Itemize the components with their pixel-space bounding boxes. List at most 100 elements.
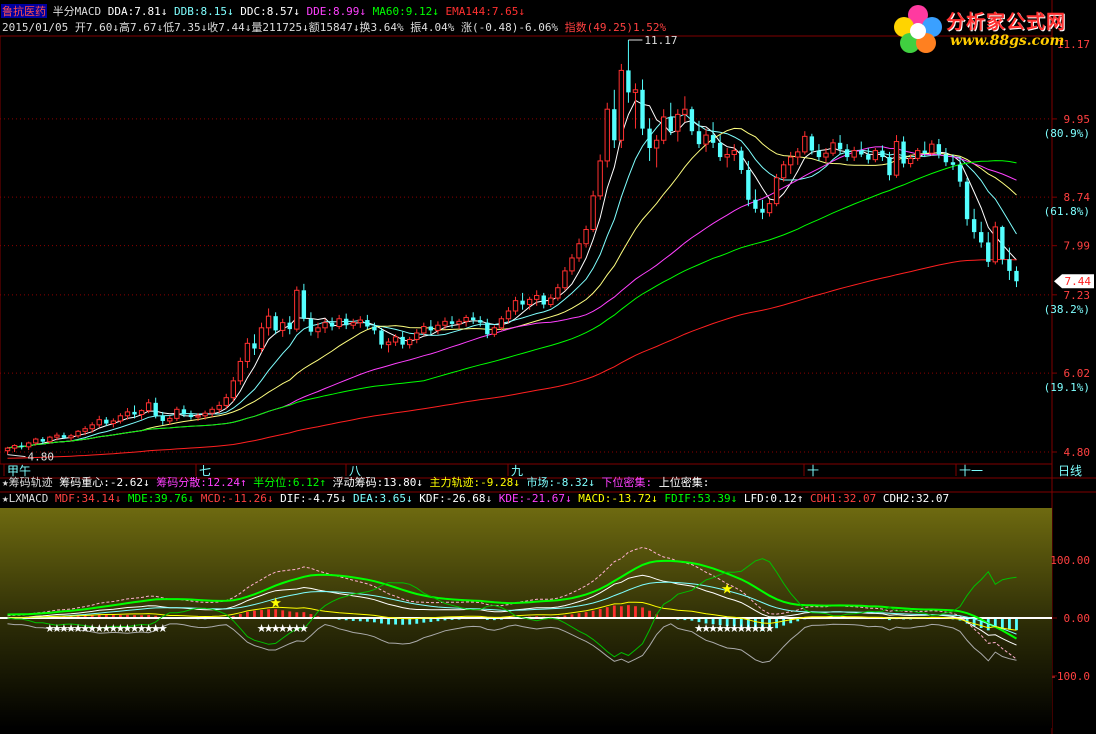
last-price-tag: 7.44 bbox=[1054, 274, 1094, 289]
candle-body-down bbox=[901, 141, 906, 164]
price-tick-label: 9.95 bbox=[1064, 113, 1091, 126]
chip-value-3: 半分位:6.12↑ bbox=[247, 475, 326, 489]
candle-body-down bbox=[372, 326, 377, 331]
candle-body-down bbox=[647, 128, 652, 149]
macd-panel[interactable]: ★★★★★★★★★★★★★★★★★ ★★★★★★★ ★★★★★★★★★★★★★ bbox=[0, 508, 1052, 728]
signal-star: ★ bbox=[269, 596, 282, 612]
candle-body-up bbox=[830, 142, 836, 154]
candle-body-up bbox=[357, 319, 363, 324]
candle-body-up bbox=[244, 342, 251, 362]
candle-body-up bbox=[4, 447, 11, 452]
chip-track-header: ★筹码轨迹 筹码重心:-2.62↓ 筹码分散:12.24↑ 半分位:6.12↑ … bbox=[2, 475, 709, 489]
candle-body-down bbox=[252, 343, 257, 349]
candle-body-up bbox=[442, 320, 448, 326]
candle-body-up bbox=[548, 297, 554, 306]
chip-value-7: 下位密集: bbox=[595, 475, 652, 489]
price-pct-label: (19.1%) bbox=[1044, 381, 1090, 394]
candle-body-up bbox=[851, 150, 857, 158]
candle-body-down bbox=[478, 320, 483, 323]
candle-body-up bbox=[590, 195, 596, 231]
candle-body-down bbox=[753, 199, 758, 209]
candle-body-up bbox=[893, 141, 900, 176]
candle-body-up bbox=[435, 324, 441, 331]
ohlc-value-9: 涨(-0.48)-6.06% bbox=[454, 21, 558, 34]
indicator-value-6: MA60:9.12↓ bbox=[366, 5, 439, 18]
brand-url: www.88gs.com bbox=[950, 33, 1065, 49]
indicator-value-5: DDE:8.99↓ bbox=[300, 5, 366, 18]
candle-body-down bbox=[936, 144, 942, 155]
buy-signal-star: ★ bbox=[299, 622, 309, 635]
candle-body-down bbox=[710, 135, 716, 143]
candle-body-down bbox=[365, 320, 370, 327]
candle-body-up bbox=[915, 150, 921, 159]
candle-body-up bbox=[604, 108, 610, 162]
macd-value-2: MDE:39.76↓ bbox=[121, 492, 194, 505]
price-tick-label: 8.74 bbox=[1064, 191, 1091, 204]
candle-body-up bbox=[54, 434, 60, 438]
candle-body-up bbox=[350, 322, 356, 326]
period-button[interactable]: 日线 bbox=[1058, 464, 1082, 478]
candle-body-up bbox=[583, 229, 589, 245]
month-label: 十一 bbox=[959, 464, 983, 478]
macd-value-11: CDH1:32.07 bbox=[803, 492, 876, 505]
indicator-value-7: EMA144:7.65↓ bbox=[439, 5, 525, 18]
candle-body-down bbox=[428, 326, 434, 331]
candle-body-down bbox=[866, 154, 871, 160]
candle-body-up bbox=[117, 415, 124, 422]
candle-body-up bbox=[209, 408, 215, 414]
macd-value-1: MDF:34.14↓ bbox=[55, 492, 121, 505]
ohlc-info-row: 2015/01/05 开7.60↓高7.67↓低7.35↓收7.44↓量2117… bbox=[2, 20, 667, 34]
candle-body-up bbox=[992, 226, 998, 263]
candle-body-down bbox=[640, 89, 645, 129]
candle-body-up bbox=[562, 270, 568, 289]
candle-body-up bbox=[780, 164, 787, 179]
candle-body-down bbox=[880, 150, 885, 158]
candle-body-down bbox=[971, 219, 977, 233]
chip-value-2: 筹码分散:12.24↑ bbox=[150, 475, 247, 489]
candle-body-up bbox=[766, 203, 773, 214]
candle-body-up bbox=[26, 442, 32, 448]
candle-body-down bbox=[471, 317, 476, 321]
candle-body-down bbox=[329, 322, 335, 327]
candle-body-up bbox=[124, 411, 131, 417]
macd-value-7: KDE:-21.67↓ bbox=[492, 492, 571, 505]
candle-body-up bbox=[145, 402, 152, 412]
macd-value-12: CDH2:32.07 bbox=[876, 492, 949, 505]
candle-body-up bbox=[788, 156, 794, 166]
candle-body-up bbox=[534, 294, 540, 300]
candle-body-up bbox=[385, 341, 392, 346]
candle-body-up bbox=[138, 410, 145, 415]
macd-value-8: MACD:-13.72↓ bbox=[572, 492, 658, 505]
ohlc-value-8: 振4.04% bbox=[404, 20, 455, 34]
candle-body-down bbox=[400, 336, 405, 345]
flower-logo-icon bbox=[894, 5, 942, 53]
candle-body-up bbox=[265, 315, 272, 329]
candle-body-up bbox=[96, 419, 102, 426]
candle-body-up bbox=[230, 380, 236, 399]
candle-body-up bbox=[11, 445, 18, 449]
candle-body-up bbox=[75, 430, 81, 437]
candle-body-up bbox=[336, 318, 342, 328]
price-tick-label: 7.99 bbox=[1064, 240, 1091, 253]
candle-body-up bbox=[174, 408, 180, 419]
candle-body-down bbox=[153, 402, 158, 416]
candle-body-down bbox=[689, 109, 695, 132]
candle-body-down bbox=[181, 409, 187, 415]
chip-value-6: 市场:-8.32↓ bbox=[520, 475, 595, 489]
candle-body-down bbox=[344, 318, 349, 326]
indicator-value-1: 半分MACD bbox=[46, 4, 108, 18]
chip-value-8: 上位密集: bbox=[652, 475, 709, 489]
candle-body-up bbox=[407, 338, 413, 346]
candle-body-up bbox=[421, 326, 427, 334]
candle-body-up bbox=[392, 336, 399, 343]
candle-body-up bbox=[724, 153, 730, 158]
candle-body-up bbox=[315, 327, 321, 333]
candle-body-down bbox=[668, 116, 673, 132]
candle-body-up bbox=[33, 438, 39, 444]
signal-star: ★ bbox=[721, 582, 734, 598]
ohlc-value-2: 高7.67↓ bbox=[119, 20, 163, 34]
candle-body-up bbox=[597, 160, 603, 197]
candle-body-down bbox=[859, 150, 864, 155]
candle-body-up bbox=[47, 436, 53, 443]
macd-value-3: MCD:-11.26↓ bbox=[194, 492, 273, 505]
